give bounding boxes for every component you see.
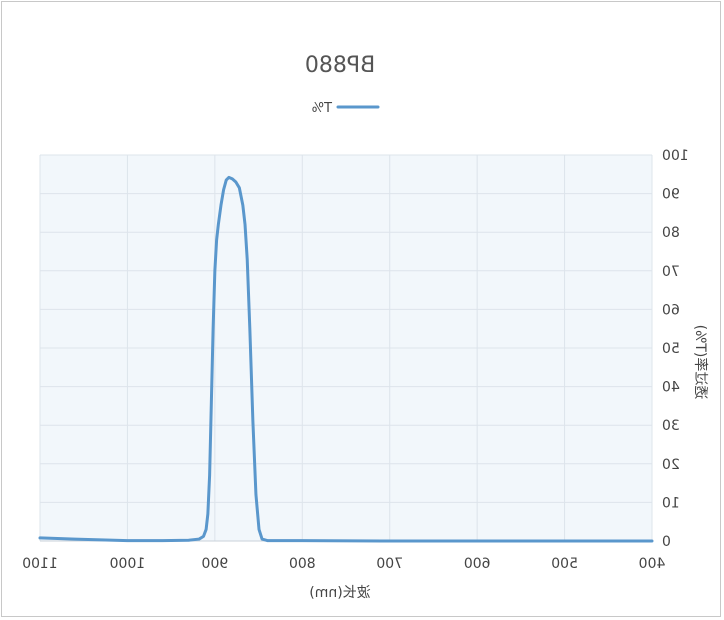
y-tick-label: 10	[662, 495, 680, 511]
y-tick-label: 70	[662, 264, 680, 280]
x-tick-label: 700	[376, 556, 403, 572]
y-tick-label: 60	[662, 302, 680, 318]
y-tick-label: 80	[662, 225, 680, 241]
x-tick-label: 400	[639, 556, 666, 572]
plot-layer: 0 10 20 30 40 50 60 70 80 90 100 400 500 600 700 800 900…	[22, 148, 689, 572]
y-tick-label: 50	[662, 341, 680, 357]
chart-svg: 0 10 20 30 40 50 60 70 80 90 100 400 500 600 700 800 900…	[22, 53, 709, 601]
y-tick-label: 0	[662, 534, 671, 550]
y-tick-label: 20	[662, 457, 680, 473]
chart-title: BP880	[305, 53, 375, 78]
chart-container: 0 10 20 30 40 50 60 70 80 90 100 400 500 600 700 800 900…	[0, 0, 724, 620]
legend[interactable]: T%	[312, 101, 380, 116]
y-tick-label: 40	[662, 380, 680, 396]
x-tick-label: 1000	[110, 556, 146, 572]
chart-page: 0 10 20 30 40 50 60 70 80 90 100 400 500 600 700 800 900…	[0, 0, 724, 620]
x-tick-label: 1100	[22, 556, 58, 572]
y-tick-label: 100	[662, 148, 689, 164]
legend-label: T%	[312, 101, 333, 116]
y-axis-title: 透过率(T%)	[692, 325, 709, 400]
x-tick-label: 800	[289, 556, 316, 572]
x-tick-label: 500	[551, 556, 578, 572]
y-tick-label: 30	[662, 418, 680, 434]
y-tick-label: 90	[662, 187, 680, 203]
x-tick-label: 600	[464, 556, 491, 572]
x-tick-label: 900	[201, 556, 228, 572]
x-axis-title: 波长(nm)	[309, 585, 370, 601]
